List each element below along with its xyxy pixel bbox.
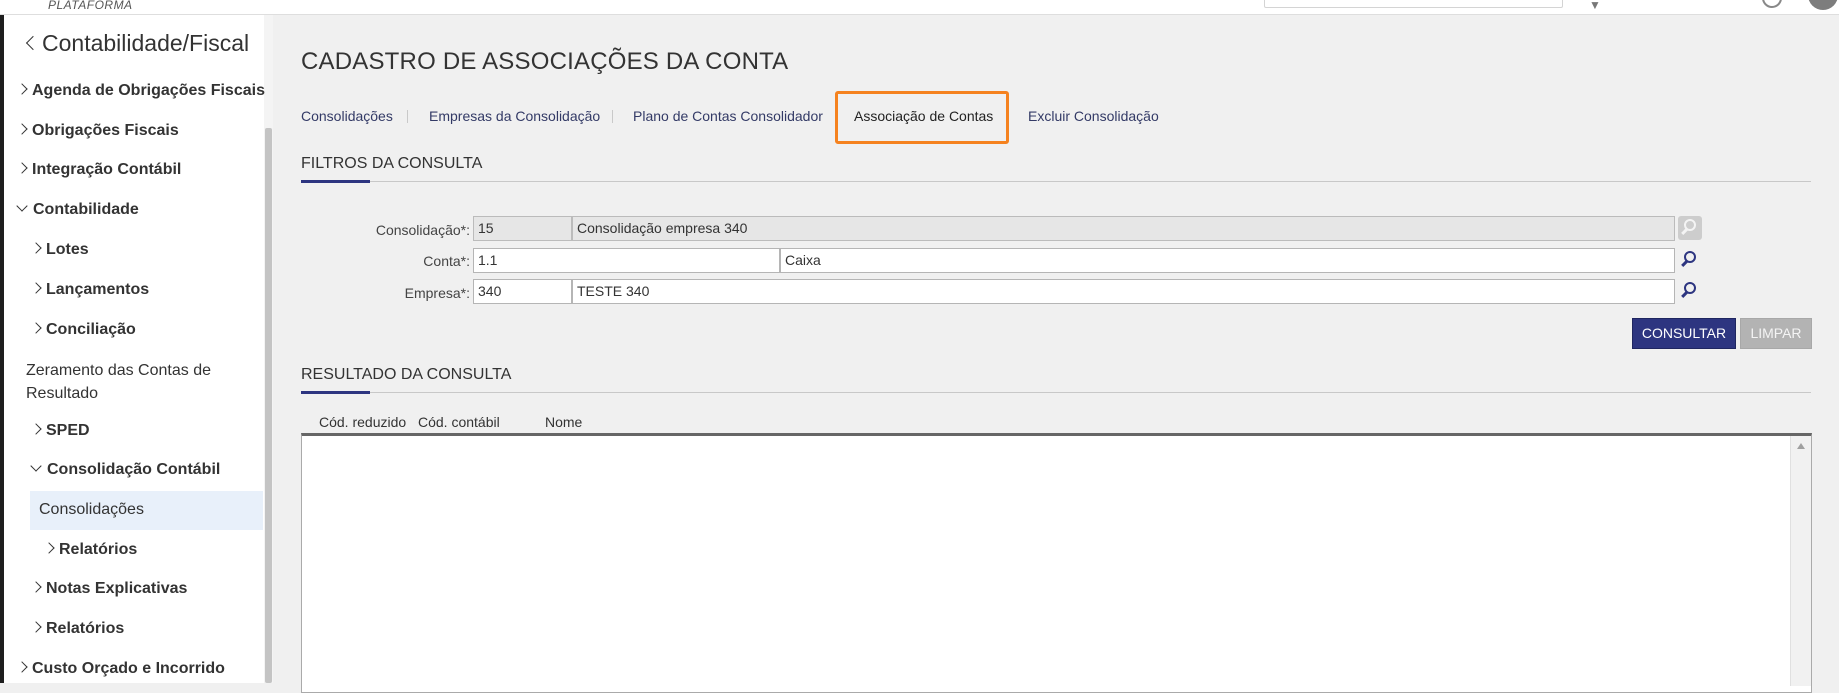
sidebar-item-lancamentos[interactable]: Lançamentos (30, 281, 150, 299)
conta-description-field: Caixa (780, 248, 1675, 273)
sidebar-item-notas-explicativas[interactable]: Notas Explicativas (30, 580, 188, 598)
chevron-right-icon (16, 83, 28, 95)
chevron-right-icon (30, 282, 42, 294)
scroll-up-arrow-icon[interactable] (1797, 443, 1805, 449)
results-grid-scrollbar[interactable] (1790, 436, 1811, 686)
consolidacao-code-field: 15 (473, 216, 572, 241)
chevron-right-icon (43, 542, 55, 554)
filters-section-title: FILTROS DA CONSULTA (301, 155, 483, 172)
location-pin-icon[interactable]: ▼ (1589, 0, 1601, 12)
sidebar-item-agenda-obrigacoes-fiscais[interactable]: Agenda de Obrigações Fiscais (16, 82, 265, 100)
chevron-down-icon (16, 200, 28, 212)
tab-associacao-contas[interactable]: Associação de Contas (854, 108, 993, 124)
conta-lookup-button[interactable] (1678, 248, 1702, 272)
column-header-cod-contabil[interactable]: Cód. contábil (418, 414, 500, 430)
search-icon (1684, 219, 1696, 231)
filters-section-divider (301, 181, 1811, 182)
results-section-title: RESULTADO DA CONSULTA (301, 366, 512, 383)
results-section-divider (301, 392, 1811, 393)
sidebar-item-label: SPED (46, 422, 90, 439)
chevron-right-icon (30, 581, 42, 593)
empresa-label: Empresa*: (404, 285, 470, 301)
brand-logo-text: PLATAFORMA (48, 0, 133, 12)
sidebar-edge-strip (0, 15, 4, 683)
sidebar-item-label: Consolidações (39, 501, 144, 518)
sidebar-item-relatorios[interactable]: Relatórios (30, 620, 125, 638)
limpar-button[interactable]: LIMPAR (1740, 318, 1812, 349)
sidebar-item-obrigacoes-fiscais[interactable]: Obrigações Fiscais (16, 122, 179, 140)
sidebar-item-integracao-contabil[interactable]: Integração Contábil (16, 161, 182, 179)
chevron-right-icon (30, 242, 42, 254)
sidebar-item-sped[interactable]: SPED (30, 422, 90, 440)
tab-excluir-consolidacao[interactable]: Excluir Consolidação (1028, 108, 1159, 124)
sidebar-item-label: Agenda de Obrigações Fiscais (32, 82, 265, 99)
tab-separator (612, 110, 613, 123)
sidebar-item-custo-orcado-incorrido[interactable]: Custo Orçado e Incorrido (16, 660, 225, 678)
top-bar: PLATAFORMA ▼ (0, 0, 1839, 15)
sidebar-item-zeramento-contas-resultado[interactable]: Zeramento das Contas de Resultado (26, 359, 211, 405)
sidebar-item-relatorios-consolidacao[interactable]: Relatórios (43, 541, 138, 559)
consolidacao-description-field: Consolidação empresa 340 (572, 216, 1675, 241)
chevron-right-icon (16, 661, 28, 673)
help-icon[interactable] (1762, 0, 1782, 8)
chevron-right-icon (30, 423, 42, 435)
column-header-cod-reduzido[interactable]: Cód. reduzido (319, 414, 406, 430)
results-grid (301, 433, 1812, 693)
sidebar-item-label: Relatórios (46, 620, 125, 637)
chevron-right-icon (30, 621, 42, 633)
sidebar-item-label: Custo Orçado e Incorrido (32, 660, 225, 677)
sidebar-title: Contabilidade/Fiscal (42, 30, 250, 56)
conta-label: Conta*: (423, 253, 470, 269)
sidebar-item-label-line2: Resultado (26, 385, 99, 402)
sidebar-item-label: Lançamentos (46, 281, 150, 298)
chevron-right-icon (16, 123, 28, 135)
search-icon (1684, 282, 1696, 294)
chevron-right-icon (30, 322, 42, 334)
chevron-right-icon (16, 162, 28, 174)
empresa-description-field: TESTE 340 (572, 279, 1675, 304)
sidebar-item-label: Consolidação Contábil (47, 461, 221, 478)
sidebar-item-label: Lotes (46, 241, 89, 258)
sidebar-item-contabilidade[interactable]: Contabilidade (16, 200, 139, 219)
search-icon (1684, 251, 1696, 263)
column-header-nome[interactable]: Nome (545, 414, 582, 430)
consultar-button[interactable]: CONSULTAR (1632, 318, 1736, 349)
sidebar-item-lotes[interactable]: Lotes (30, 241, 89, 259)
tab-plano-contas-consolidador[interactable]: Plano de Contas Consolidador (633, 108, 823, 124)
filters-section-accent (301, 180, 370, 183)
empresa-lookup-button[interactable] (1678, 279, 1702, 303)
chevron-down-icon (30, 460, 42, 472)
user-avatar[interactable] (1808, 0, 1838, 10)
sidebar-item-consolidacao-contabil[interactable]: Consolidação Contábil (30, 460, 221, 479)
conta-code-field[interactable]: 1.1 (473, 248, 780, 273)
sidebar-item-conciliacao[interactable]: Conciliação (30, 321, 136, 339)
sidebar-item-label: Zeramento das Contas de (26, 362, 211, 379)
sidebar-item-label: Conciliação (46, 321, 136, 338)
results-section-accent (301, 391, 370, 394)
sidebar-item-label: Notas Explicativas (46, 580, 188, 597)
sidebar-item-label: Contabilidade (33, 201, 139, 218)
tab-separator (407, 110, 408, 123)
chevron-left-icon (25, 35, 41, 51)
global-search-input[interactable] (1264, 0, 1563, 8)
sidebar-scrollbar-thumb[interactable] (265, 128, 272, 683)
sidebar-item-label: Integração Contábil (32, 161, 182, 178)
sidebar-back-title[interactable]: Contabilidade/Fiscal (22, 30, 249, 57)
consolidacao-lookup-button (1678, 216, 1702, 240)
tab-empresas-consolidacao[interactable]: Empresas da Consolidação (429, 108, 600, 124)
sidebar-item-label: Relatórios (59, 541, 138, 558)
sidebar-item-consolidacoes[interactable]: Consolidações (39, 501, 144, 519)
consolidacao-label: Consolidação*: (375, 222, 470, 238)
sidebar-item-label: Obrigações Fiscais (32, 122, 179, 139)
empresa-code-field[interactable]: 340 (473, 279, 572, 304)
tab-consolidacoes[interactable]: Consolidações (301, 108, 393, 124)
page-title: CADASTRO DE ASSOCIAÇÕES DA CONTA (301, 48, 789, 75)
